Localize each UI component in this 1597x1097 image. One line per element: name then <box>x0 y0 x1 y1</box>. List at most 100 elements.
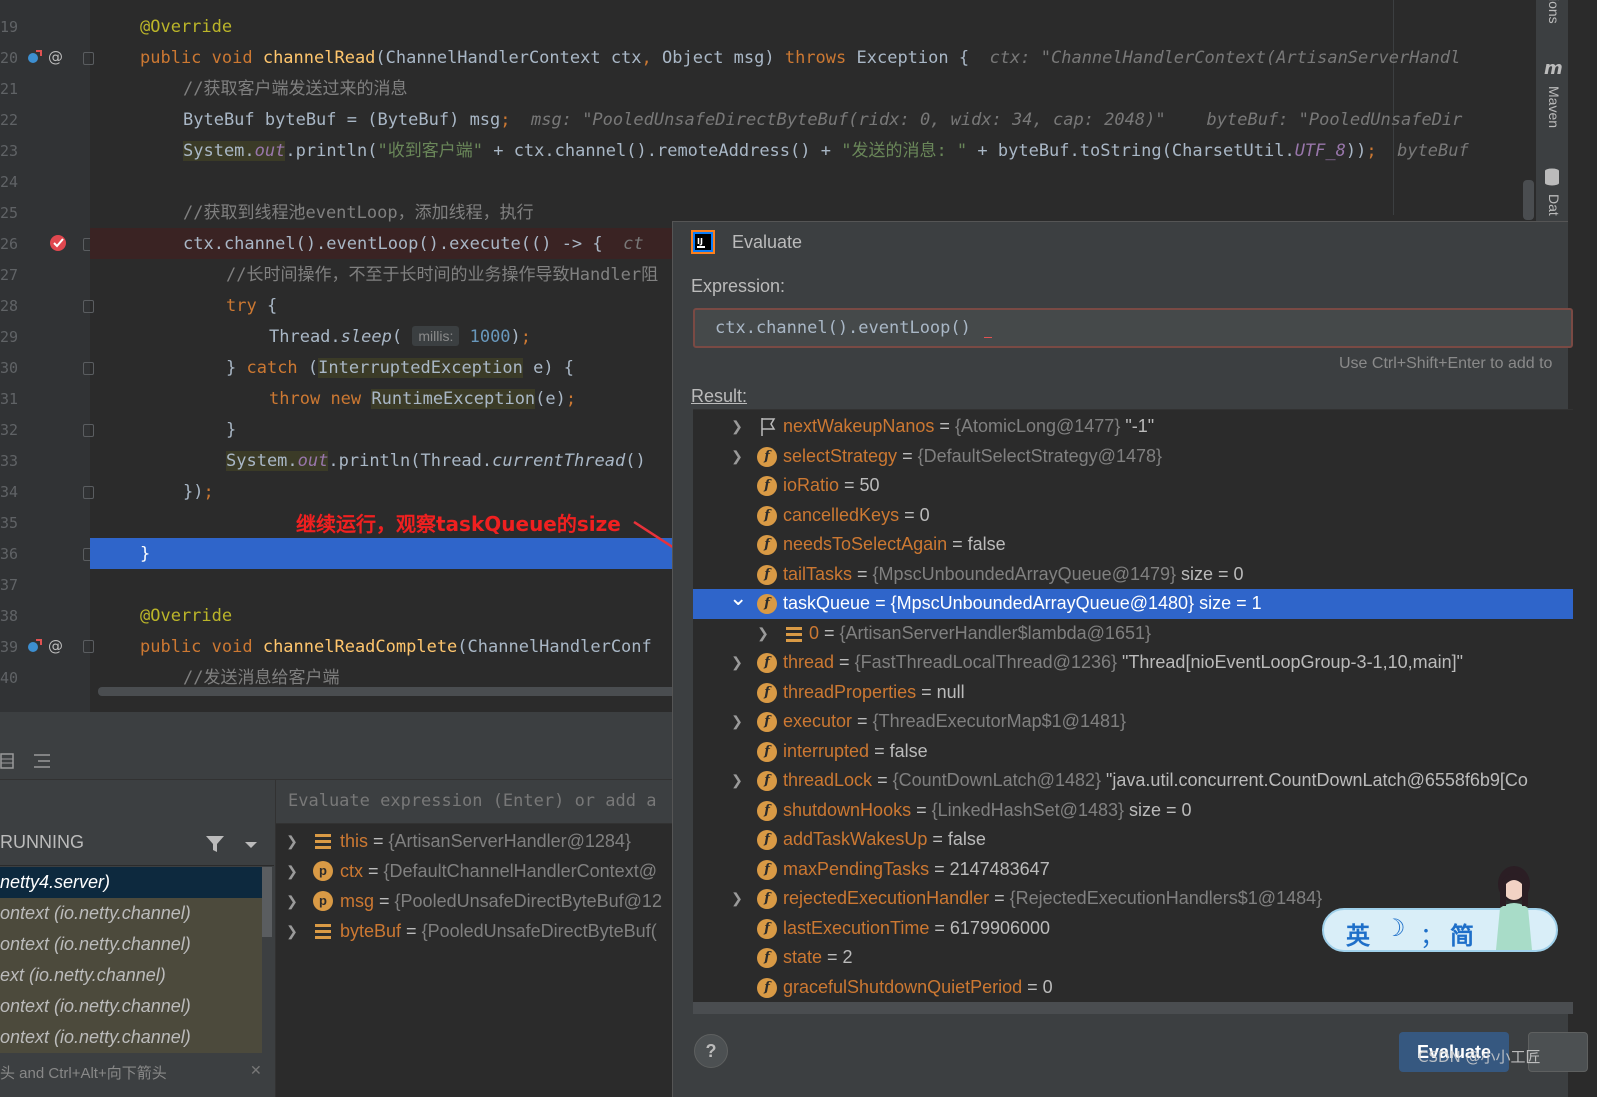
result-tree-row[interactable]: f maxPendingTasks = 2147483647 <box>693 855 1573 885</box>
result-tree-row[interactable]: f addTaskWakesUp = false <box>693 825 1573 855</box>
result-tree-row[interactable]: f shutdownHooks = {LinkedHashSet@1483} si… <box>693 796 1573 826</box>
expression-label: Expression: <box>691 276 786 296</box>
line-number: 39 <box>0 638 19 656</box>
code-line-23: System.out.println("收到客户端" + ctx.channel… <box>183 141 1469 161</box>
result-tree-row[interactable]: ❯ f selectStrategy = {DefaultSelectStrateg… <box>693 442 1573 472</box>
variable-row[interactable]: ❯ p msg = {PooledUnsafeDirectByteBuf@12 <box>276 886 673 916</box>
frame-row[interactable]: ontext (io.netty.channel) <box>0 1022 262 1053</box>
variable-row[interactable]: ❯ p ctx = {DefaultChannelHandlerContext@ <box>276 856 673 886</box>
result-tree-row[interactable]: f cancelledKeys = 0 <box>693 501 1573 531</box>
vertical-scrollbar[interactable] <box>1523 180 1534 220</box>
result-tree-row[interactable]: f tailTasks = {MpscUnboundedArrayQueue@14… <box>693 560 1573 590</box>
code-line-29: Thread.sleep( millis: 1000); <box>269 326 532 347</box>
flag-icon <box>761 418 776 436</box>
tool-tab-database[interactable]: Dat <box>1546 194 1562 216</box>
result-row-text: addTaskWakesUp = false <box>783 829 986 849</box>
chevron-down-icon[interactable]: ⌄ <box>729 583 747 613</box>
help-button[interactable]: ? <box>694 1034 728 1068</box>
svg-text:IJ: IJ <box>697 237 703 246</box>
annotation-icon[interactable]: @ <box>48 636 63 656</box>
chevron-right-icon[interactable]: ❯ <box>284 886 300 916</box>
field-icon: f <box>757 712 777 732</box>
result-row-text: interrupted = false <box>783 740 928 761</box>
frame-row[interactable]: ext (io.netty.channel) <box>0 960 262 991</box>
frame-row[interactable]: ontext (io.netty.channel) <box>0 929 262 960</box>
layout-icon[interactable] <box>32 752 52 770</box>
code-line-25: //获取到线程池eventLoop，添加线程，执行 <box>183 203 534 223</box>
overrides-method-icon[interactable] <box>26 637 44 655</box>
code-line-27: //长时间操作，不至于长时间的业务操作导致Handler阻 <box>226 265 659 285</box>
ime-mascot-avatar <box>1496 866 1532 950</box>
field-value: false <box>967 534 1006 554</box>
code-line-20: public void channelRead(ChannelHandlerCo… <box>140 48 1461 68</box>
fold-marker[interactable] <box>83 300 94 313</box>
ime-mode[interactable]: 简 <box>1450 916 1474 951</box>
field-reference: {CountDownLatch@1482} <box>892 770 1102 790</box>
field-name: nextWakeupNanos <box>783 416 935 436</box>
dialog-title-bar[interactable]: IJ Evaluate <box>673 222 1569 264</box>
fold-marker[interactable] <box>83 640 94 653</box>
horizontal-scrollbar[interactable] <box>98 687 678 696</box>
evaluate-expression-field[interactable]: Evaluate expression (Enter) or add a <box>276 780 673 824</box>
result-row-text: executor = {ThreadExecutorMap$1@1481} <box>783 711 1127 731</box>
chevron-right-icon[interactable]: ❯ <box>284 916 300 946</box>
fold-marker[interactable] <box>83 424 94 437</box>
tool-tab-maven[interactable]: Maven <box>1546 86 1562 128</box>
frame-row[interactable]: ontext (io.netty.channel) <box>0 991 262 1022</box>
chevron-right-icon[interactable]: ❯ <box>755 619 771 649</box>
chevron-right-icon[interactable]: ❯ <box>284 856 300 886</box>
result-tree-row[interactable]: f interrupted = false <box>693 737 1573 767</box>
line-number: 37 <box>0 576 19 594</box>
annotation-icon[interactable]: @ <box>48 47 63 67</box>
tool-tab-notifications[interactable]: ions <box>1546 0 1562 24</box>
frame-row[interactable]: ontext (io.netty.channel) <box>0 898 262 929</box>
breakpoint-icon[interactable] <box>48 233 68 253</box>
close-icon[interactable]: ✕ <box>250 1063 262 1079</box>
result-tree-row[interactable]: ❯ nextWakeupNanos = {AtomicLong@1477} "-1… <box>693 412 1573 442</box>
field-icon: f <box>757 771 777 791</box>
filter-icon[interactable] <box>205 835 225 853</box>
horizontal-scrollbar[interactable] <box>693 1002 1573 1014</box>
chevron-right-icon[interactable]: ❯ <box>729 442 745 472</box>
chevron-right-icon[interactable]: ❯ <box>729 766 745 796</box>
variable-row[interactable]: ❯ this = {ArtisanServerHandler@1284} <box>276 826 673 856</box>
fold-marker[interactable] <box>83 52 94 65</box>
table-view-icon[interactable] <box>0 753 14 769</box>
result-tree-row[interactable]: ❯ f thread = {FastThreadLocalThread@1236} … <box>693 648 1573 678</box>
chevron-right-icon[interactable]: ❯ <box>729 707 745 737</box>
result-tree-row[interactable]: ❯ 0 = {ArtisanServerHandler$lambda@1651} <box>693 619 1573 649</box>
field-name: thread <box>783 652 835 672</box>
watermark: CSDN @小小工匠 <box>1418 1048 1541 1066</box>
result-tree-row[interactable]: ⌄ f taskQueue = {MpscUnboundedArrayQueue@1… <box>693 585 1573 619</box>
chevron-right-icon[interactable]: ❯ <box>284 826 300 856</box>
result-tree-row[interactable]: ❯ f threadLock = {CountDownLatch@1482} "ja… <box>693 766 1573 796</box>
field-icon: f <box>757 830 777 850</box>
overrides-method-icon[interactable] <box>26 48 44 66</box>
editor-gutter[interactable]: 19 20 21 22 23 24 25 26 27 28 29 30 31 3… <box>0 0 94 712</box>
result-row-text: cancelledKeys = 0 <box>783 504 930 525</box>
moon-icon[interactable]: ☽ <box>1384 914 1406 942</box>
thread-selector[interactable]: RUNNING <box>0 780 274 866</box>
chevron-right-icon[interactable]: ❯ <box>729 884 745 914</box>
code-line-26: ctx.channel().eventLoop().execute(() -> … <box>183 234 644 254</box>
result-tree-row[interactable]: f ioRatio = 50 <box>693 471 1573 501</box>
chevron-right-icon[interactable]: ❯ <box>729 648 745 678</box>
fold-marker[interactable] <box>83 486 94 499</box>
field-name: taskQueue <box>783 593 871 613</box>
variable-row[interactable]: ❯ byteBuf = {PooledUnsafeDirectByteBuf( <box>276 916 673 946</box>
result-tree-row[interactable]: f threadProperties = null <box>693 678 1573 708</box>
shortcut-hint: Use Ctrl+Shift+Enter to add to <box>1339 355 1553 372</box>
frame-row-selected[interactable]: netty4.server) <box>0 867 262 898</box>
result-tree-row[interactable]: f needsToSelectAgain = false <box>693 530 1573 560</box>
expression-input[interactable]: ctx.channel().eventLoop() <box>693 308 1573 348</box>
field-reference: {FastThreadLocalThread@1236} <box>854 652 1118 672</box>
ime-language[interactable]: 英 <box>1346 916 1370 951</box>
dialog-title: Evaluate <box>732 232 803 252</box>
result-tree-row[interactable]: f gracefulShutdownQuietPeriod = 0 <box>693 973 1573 1003</box>
result-tree-row[interactable]: ❯ f executor = {ThreadExecutorMap$1@1481} <box>693 707 1573 737</box>
frames-scrollbar[interactable] <box>262 867 272 937</box>
fold-marker[interactable] <box>83 362 94 375</box>
chevron-right-icon[interactable]: ❯ <box>729 412 745 442</box>
ime-punctuation[interactable]: ； <box>1420 916 1444 951</box>
chevron-down-icon[interactable] <box>244 841 258 849</box>
